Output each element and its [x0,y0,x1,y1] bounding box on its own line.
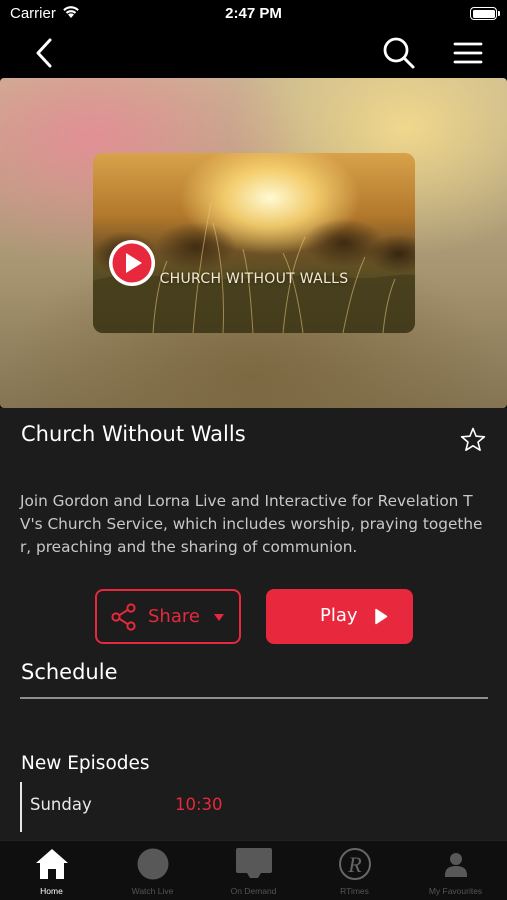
nav-bar [0,28,507,78]
search-icon[interactable] [381,35,417,71]
clock: 2:47 PM [225,5,282,22]
battery-icon [470,7,500,20]
tv-icon [235,848,272,878]
home-icon [35,849,68,879]
hamburger-menu-icon[interactable] [452,38,484,68]
circle-icon [137,848,168,880]
tab-label-my-favourites: My Favourites [428,886,483,896]
chevron-left-icon[interactable] [30,36,60,70]
episode-day: Sunday [30,795,92,814]
tab-rtimes[interactable]: R RTimes [304,841,405,900]
share-label: Share [148,606,200,627]
tab-label-watch-live: Watch Live [131,886,174,896]
user-icon [444,853,467,877]
episode-marker [20,782,22,832]
play-label: Play [320,605,358,626]
tab-label-home: Home [40,886,63,896]
star-icon[interactable] [459,426,487,454]
show-details: Church Without Walls Join Gordon and Lor… [0,408,507,840]
tab-my-favourites[interactable]: My Favourites [405,841,506,900]
episode-time: 10:30 [175,795,223,814]
new-episodes-heading: New Episodes [21,753,150,774]
caret-down-icon [214,614,224,621]
schedule-divider [20,697,488,699]
rtimes-logo-icon: R [338,848,371,880]
share-icon [111,603,136,631]
tab-on-demand[interactable]: On Demand [203,841,304,900]
play-icon [375,608,388,625]
hero-banner[interactable]: CHURCH WITHOUT WALLS [0,78,507,408]
tab-label-rtimes: RTimes [340,886,369,896]
svg-text:R: R [347,852,362,877]
play-button[interactable]: Play [266,589,413,644]
play-circle-icon[interactable] [107,238,157,288]
tab-label-on-demand: On Demand [230,886,277,896]
show-description: Join Gordon and Lorna Live and Interacti… [20,492,483,556]
tab-home[interactable]: Home [1,841,102,900]
share-button[interactable]: Share [95,589,241,644]
tab-watch-live[interactable]: Watch Live [102,841,203,900]
tab-bar: Home Watch Live On Demand R RTimes My Fa… [0,840,507,900]
schedule-heading: Schedule [21,660,118,684]
show-title: Church Without Walls [21,422,246,446]
status-bar: Carrier 2:47 PM [0,0,507,28]
